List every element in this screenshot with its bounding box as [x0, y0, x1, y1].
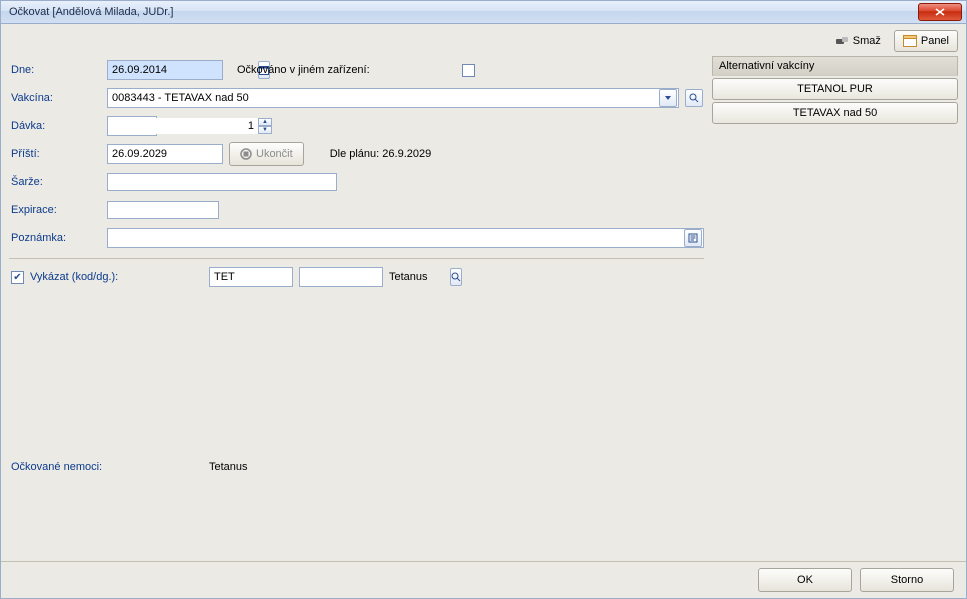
- note-icon: [688, 233, 698, 243]
- dle-planu-text: Dle plánu: 26.9.2029: [330, 148, 432, 160]
- form-area: Dne: Očkováno v jiném zařízení:: [9, 56, 704, 561]
- poznamka-input[interactable]: [108, 230, 684, 246]
- footer: OK Storno: [1, 561, 966, 598]
- alt-vaccine-button[interactable]: TETAVAX nad 50: [712, 102, 958, 124]
- expirace-input[interactable]: [107, 201, 219, 219]
- eraser-icon: [835, 36, 849, 46]
- search-icon: [689, 93, 699, 103]
- label-ockovano-jinde: Očkováno v jiném zařízení:: [237, 64, 370, 76]
- label-expirace: Expirace:: [9, 204, 107, 216]
- vykazat-text: Tetanus: [389, 271, 428, 283]
- label-pristi: Příští:: [9, 148, 107, 160]
- label-dne: Dne:: [9, 64, 107, 76]
- chevron-down-icon: [664, 94, 672, 102]
- panel-label: Panel: [921, 35, 949, 47]
- ukoncit-label: Ukončit: [256, 148, 293, 160]
- vakcina-combo[interactable]: [107, 88, 679, 108]
- davka-down-button[interactable]: ▼: [258, 126, 272, 134]
- titlebar: Očkovat [Andělová Milada, JUDr.]: [1, 1, 966, 24]
- side-header: Alternativní vakcíny: [712, 56, 958, 76]
- client-area: Smaž Panel Dne:: [1, 24, 966, 598]
- ockovane-nemoci-value: Tetanus: [209, 461, 248, 473]
- content: Dne: Očkováno v jiném zařízení:: [1, 54, 966, 561]
- close-button[interactable]: [918, 3, 962, 21]
- alt-vaccine-button[interactable]: TETANOL PUR: [712, 78, 958, 100]
- ok-button[interactable]: OK: [758, 568, 852, 592]
- label-davka: Dávka:: [9, 120, 107, 132]
- label-vakcina: Vakcína:: [9, 92, 107, 104]
- close-icon: [935, 8, 945, 16]
- side-panel: Alternativní vakcíny TETANOL PUR TETAVAX…: [712, 56, 958, 561]
- vykazat-kod-field[interactable]: [209, 267, 293, 287]
- search-icon: [451, 272, 461, 282]
- vykazat-checkbox[interactable]: ✔: [11, 271, 24, 284]
- davka-up-button[interactable]: ▲: [258, 118, 272, 126]
- cancel-button[interactable]: Storno: [860, 568, 954, 592]
- davka-spinner[interactable]: ▲ ▼: [107, 116, 157, 136]
- davka-input[interactable]: [108, 118, 258, 134]
- poznamka-edit-button[interactable]: [684, 229, 702, 247]
- panel-icon: [903, 35, 917, 47]
- separator: [9, 258, 704, 259]
- label-sarze: Šarže:: [9, 176, 107, 188]
- window: Očkovat [Andělová Milada, JUDr.] Smaž: [0, 0, 967, 599]
- vakcina-input[interactable]: [108, 90, 659, 106]
- poznamka-field[interactable]: [107, 228, 704, 248]
- sarze-input[interactable]: [107, 173, 337, 191]
- stop-icon: [240, 148, 252, 160]
- label-ockovane-nemoci: Očkované nemoci:: [9, 461, 209, 473]
- top-toolbar: Smaž Panel: [1, 24, 966, 54]
- ockovano-jinde-checkbox[interactable]: [462, 64, 475, 77]
- label-vykazat: Vykázat (kod/dg.):: [30, 271, 118, 283]
- pristi-field[interactable]: [107, 144, 223, 164]
- vykazat-dg-field[interactable]: [299, 267, 383, 287]
- panel-button[interactable]: Panel: [894, 30, 958, 52]
- smaz-button[interactable]: Smaž: [826, 30, 890, 52]
- dne-field[interactable]: [107, 60, 223, 80]
- vykazat-dg-lookup-button[interactable]: [450, 268, 462, 286]
- vakcina-dropdown-button[interactable]: [659, 89, 677, 107]
- label-poznamka: Poznámka:: [9, 232, 107, 244]
- vakcina-lookup-button[interactable]: [685, 89, 703, 107]
- ukoncit-button[interactable]: Ukončit: [229, 142, 304, 166]
- dne-input[interactable]: [108, 62, 258, 78]
- window-title: Očkovat [Andělová Milada, JUDr.]: [9, 6, 918, 18]
- smaz-label: Smaž: [853, 35, 881, 47]
